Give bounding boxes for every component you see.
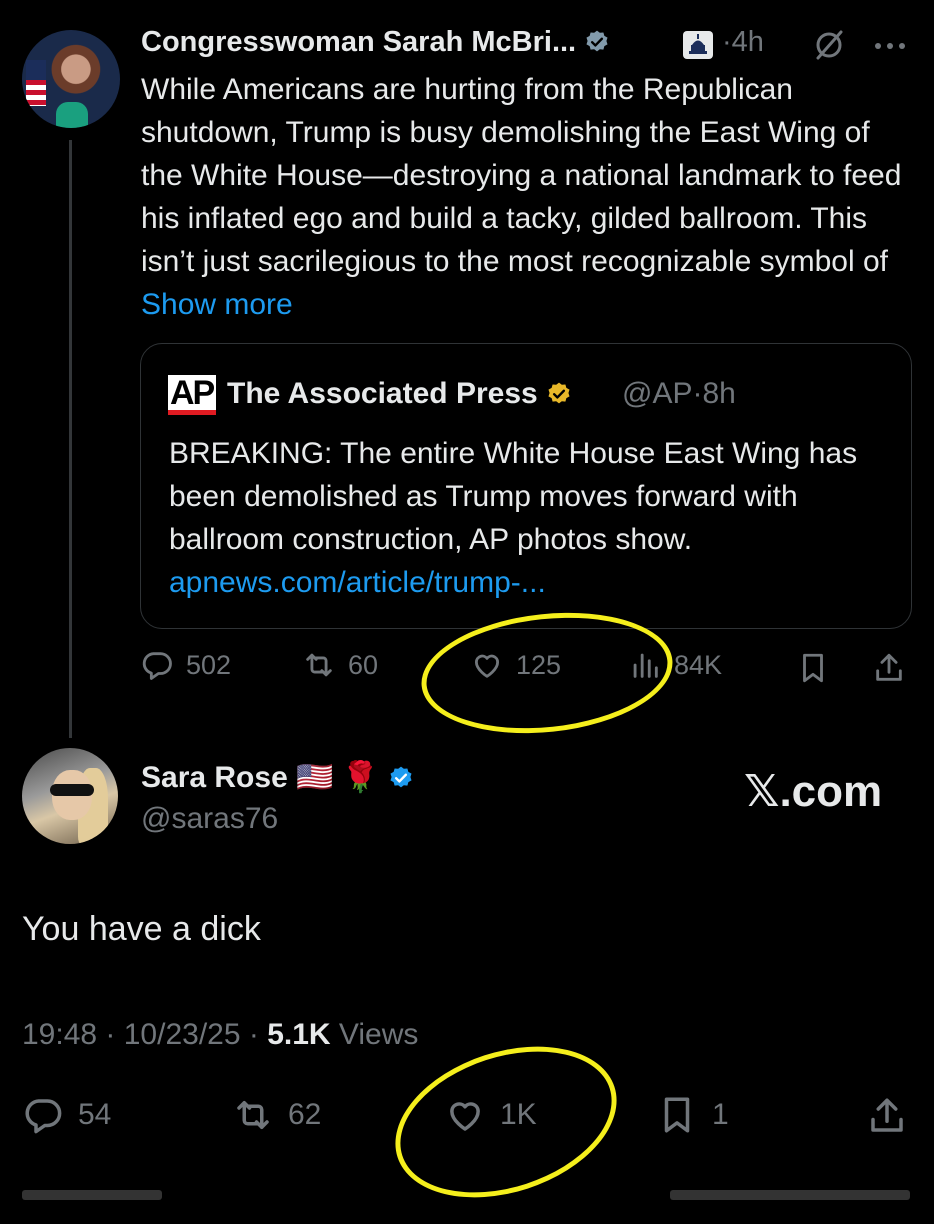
- share-icon[interactable]: [872, 651, 906, 685]
- ap-logo-text: AP: [170, 374, 215, 412]
- author-name-row[interactable]: Congresswoman Sarah McBri...: [141, 26, 610, 59]
- thread-line: [69, 140, 72, 738]
- repost-icon: [306, 653, 332, 677]
- reply-reply-button[interactable]: 54: [22, 1094, 111, 1136]
- reply-author-handle[interactable]: @saras76: [141, 802, 278, 836]
- time-ago[interactable]: 4h: [732, 26, 764, 58]
- reply-button[interactable]: 502: [140, 648, 231, 682]
- bookmark-icon: [664, 1097, 690, 1133]
- tweet-text: While Americans are hurting from the Rep…: [141, 73, 902, 278]
- author-avatar[interactable]: [22, 30, 120, 128]
- reply-bookmark-button[interactable]: 1: [656, 1094, 729, 1136]
- rose-emoji: 🌹: [341, 761, 380, 794]
- quote-time-ago: 8h: [702, 377, 736, 410]
- verified-gray-icon: [586, 30, 608, 52]
- ap-logo-bar: [168, 410, 216, 415]
- quote-author-row[interactable]: The Associated Press: [227, 377, 572, 411]
- reply-timestamp: 19:48 · 10/23/25 · 5.1K Views: [22, 1018, 419, 1051]
- reply-date: 10/23/25: [123, 1018, 241, 1051]
- avatar-sunglasses: [50, 784, 94, 796]
- reply-author-name[interactable]: Sara Rose: [141, 761, 288, 794]
- repost-button[interactable]: 60: [302, 648, 378, 682]
- ap-logo: AP: [168, 374, 216, 415]
- verified-gold-icon: [548, 382, 570, 404]
- cropped-text-fragment: [670, 1190, 910, 1200]
- show-more-link[interactable]: Show more: [141, 288, 293, 321]
- government-badge-icon: [683, 31, 713, 59]
- flag-stars: [26, 60, 46, 80]
- more-options-icon[interactable]: [870, 30, 910, 60]
- quote-body: BREAKING: The entire White House East Wi…: [169, 432, 889, 604]
- reply-bookmark-count: 1: [712, 1098, 729, 1131]
- tweet-time[interactable]: ·4h: [722, 26, 764, 59]
- quote-text: BREAKING: The entire White House East Wi…: [169, 437, 858, 556]
- separator: ·: [692, 377, 703, 410]
- tweet-body: While Americans are hurting from the Rep…: [141, 68, 911, 326]
- reply-count: 502: [186, 649, 232, 680]
- reply-views-count: 5.1K: [267, 1018, 331, 1051]
- reply-author-avatar[interactable]: [22, 748, 118, 844]
- share-icon[interactable]: [866, 1095, 908, 1137]
- reply-reply-count: 54: [78, 1098, 112, 1131]
- x-watermark: 𝕏.com: [744, 767, 883, 816]
- reply-time: 19:48: [22, 1018, 98, 1051]
- grok-icon[interactable]: [812, 28, 846, 62]
- separator: ·: [722, 26, 732, 58]
- quote-handle[interactable]: @AP: [622, 377, 692, 410]
- reply-repost-button[interactable]: 62: [232, 1094, 321, 1136]
- quote-article-link[interactable]: apnews.com/article/trump-...: [169, 566, 546, 599]
- repost-icon: [237, 1101, 269, 1129]
- verified-blue-icon: [389, 766, 412, 788]
- avatar-shirt: [56, 102, 88, 128]
- us-flag-emoji: 🇺🇸: [296, 761, 334, 794]
- reply-author-row[interactable]: Sara Rose 🇺🇸 🌹: [141, 760, 414, 795]
- cropped-text-fragment: [22, 1190, 162, 1200]
- reply-views-label: Views: [338, 1018, 419, 1051]
- reply-body: You have a dick: [22, 910, 261, 948]
- reply-repost-count: 62: [288, 1098, 322, 1131]
- quote-author-name[interactable]: The Associated Press: [227, 377, 538, 410]
- repost-count: 60: [348, 649, 379, 680]
- view-count: 84K: [674, 649, 723, 680]
- reply-icon: [142, 652, 172, 680]
- reply-icon: [25, 1099, 62, 1134]
- bookmark-icon[interactable]: [796, 651, 830, 685]
- quote-meta: @AP·8h: [622, 377, 736, 411]
- author-name[interactable]: Congresswoman Sarah McBri...: [141, 26, 576, 58]
